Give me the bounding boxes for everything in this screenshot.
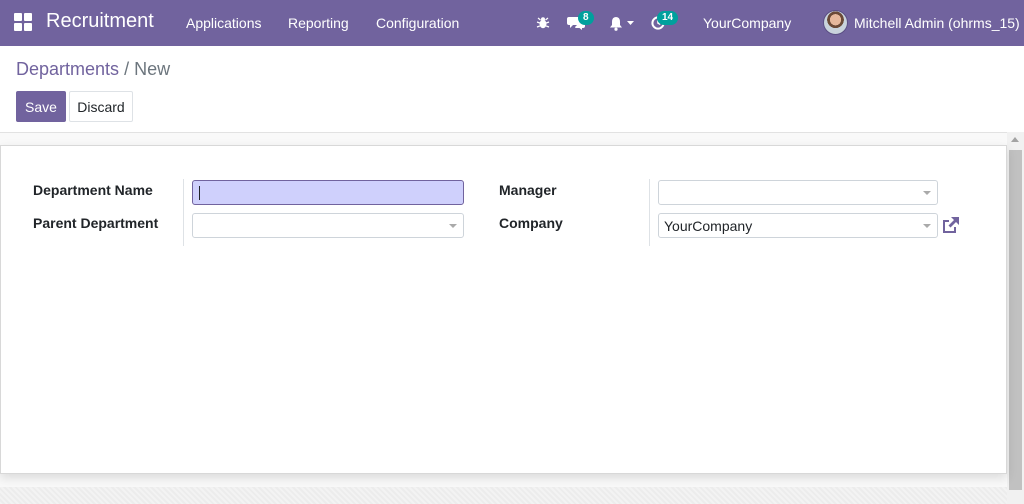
scroll-up-arrow-icon[interactable] (1011, 137, 1019, 142)
right-group-divider (649, 179, 650, 246)
messages-badge: 8 (578, 11, 594, 25)
department-name-field[interactable] (192, 180, 464, 205)
company-value: YourCompany (664, 218, 753, 234)
manager-label: Manager (499, 182, 557, 198)
department-name-label: Department Name (33, 182, 153, 198)
parent-department-select[interactable] (192, 213, 464, 238)
app-title[interactable]: Recruitment (46, 10, 154, 33)
company-label: Company (499, 215, 563, 231)
bug-icon[interactable] (536, 13, 550, 33)
menu-reporting[interactable]: Reporting (288, 15, 349, 31)
chevron-down-icon (923, 191, 931, 195)
chevron-down-icon (923, 224, 931, 228)
parent-department-label: Parent Department (33, 215, 159, 231)
chevron-down-icon (449, 224, 457, 228)
company-select[interactable]: YourCompany (658, 213, 938, 238)
breadcrumb-departments[interactable]: Departments (16, 59, 119, 79)
scrollbar[interactable] (1007, 132, 1024, 504)
apps-menu-icon[interactable] (14, 13, 32, 31)
avatar (823, 10, 848, 35)
activities-badge: 14 (657, 11, 679, 25)
text-cursor (199, 186, 200, 200)
user-menu[interactable]: Mitchell Admin (ohrms_15) (823, 10, 1020, 35)
scroll-thumb[interactable] (1009, 150, 1022, 490)
external-link-icon[interactable] (940, 216, 960, 234)
company-switcher[interactable]: YourCompany (703, 15, 791, 31)
top-navbar: Recruitment Applications Reporting Confi… (0, 0, 1024, 46)
breadcrumb: Departments / New (16, 59, 170, 80)
form-bottom-strip (0, 487, 1007, 504)
manager-select[interactable] (658, 180, 938, 205)
save-button[interactable]: Save (16, 91, 66, 122)
menu-applications[interactable]: Applications (186, 15, 262, 31)
breadcrumb-separator: / (124, 59, 130, 79)
discard-button[interactable]: Discard (69, 91, 133, 122)
user-name: Mitchell Admin (ohrms_15) (854, 14, 1020, 31)
menu-configuration[interactable]: Configuration (376, 15, 459, 31)
left-group-divider (183, 179, 184, 246)
bell-icon[interactable] (609, 13, 635, 33)
breadcrumb-current: New (134, 59, 171, 79)
